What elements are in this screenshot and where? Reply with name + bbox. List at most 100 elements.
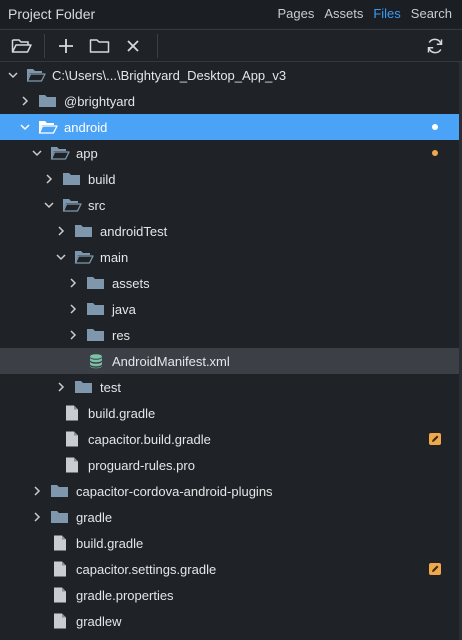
chevron-right-icon[interactable] [42,172,56,186]
edit-badge-icon [429,563,441,575]
folder-icon [86,275,106,291]
status-dot [432,124,438,130]
tab-search[interactable]: Search [411,6,452,21]
plus-icon [59,39,73,53]
tree-file-row[interactable]: capacitor.build.gradle [0,426,462,452]
chevron-right-icon[interactable] [30,510,44,524]
tree-folder-row[interactable]: res [0,322,462,348]
chevron-down-icon[interactable] [54,250,68,264]
chevron-right-icon[interactable] [66,276,80,290]
file-icon [62,405,82,421]
chevron-right-icon[interactable] [18,94,32,108]
tree-item-label: java [112,301,136,317]
open-folder-button[interactable] [10,34,34,58]
tree-item-label: main [100,249,129,265]
tree-file-row[interactable]: gradlew [0,608,462,634]
chevron-down-icon[interactable] [42,198,56,212]
tree-item-label: capacitor-cordova-android-plugins [76,483,273,499]
tree-folder-row[interactable]: main [0,244,462,270]
toolbar-divider [157,34,158,58]
tree-file-row[interactable]: AndroidManifest.xml [0,348,462,374]
chevron-right-icon[interactable] [66,302,80,316]
file-icon [50,561,70,577]
tab-files[interactable]: Files [373,6,400,21]
tree-item-label: app [76,145,98,161]
chevron-down-icon[interactable] [6,68,20,82]
tree-folder-row[interactable]: app [0,140,462,166]
folder-icon [86,301,106,317]
panel-title: Project Folder [8,6,96,22]
folder-icon [74,223,94,239]
tree-item-label: assets [112,275,150,291]
tree-item-label: build.gradle [76,535,144,551]
folder-icon [74,379,94,395]
tree-file-row[interactable]: build.gradle [0,400,462,426]
chevron-right-icon[interactable] [54,380,68,394]
file-icon [50,587,70,603]
refresh-icon [427,38,443,54]
panel-header: Project Folder Pages Assets Files Search [0,0,462,28]
tree-folder-row[interactable]: src [0,192,462,218]
status-dot [432,150,438,156]
file-icon [50,613,70,629]
tree-folder-row[interactable]: C:\Users\...\Brightyard_Desktop_App_v3 [0,62,462,88]
add-file-button[interactable] [54,34,78,58]
tree-item-label: res [112,327,131,343]
folder-open-icon [11,39,32,53]
edit-badge-icon [429,433,441,445]
chevron-right-icon[interactable] [30,484,44,498]
file-icon [50,535,70,551]
toolbar-divider [44,34,45,58]
tab-assets[interactable]: Assets [324,6,363,21]
tree-item-label: androidTest [100,223,168,239]
tree-item-label: src [88,197,106,213]
panel-nav: Pages Assets Files Search [277,6,462,21]
tree-file-row[interactable]: gradle.properties [0,582,462,608]
file-tree: C:\Users\...\Brightyard_Desktop_App_v3 @b… [0,62,462,634]
folder-open-icon [62,197,82,213]
chevron-right-icon[interactable] [66,328,80,342]
folder-icon [62,171,82,187]
tree-file-row[interactable]: proguard-rules.pro [0,452,462,478]
database-icon [86,353,106,369]
tree-folder-row[interactable]: android [0,114,462,140]
close-button[interactable] [121,34,145,58]
chevron-right-icon[interactable] [54,224,68,238]
tree-item-label: capacitor.build.gradle [88,431,211,447]
tree-item-label: gradlew [76,613,122,629]
tree-folder-row[interactable]: androidTest [0,218,462,244]
chevron-down-icon[interactable] [18,120,32,134]
tree-file-row[interactable]: capacitor.settings.gradle [0,556,462,582]
folder-icon [50,509,70,525]
folder-icon [89,39,110,53]
tree-folder-row[interactable]: assets [0,270,462,296]
new-folder-button[interactable] [88,34,112,58]
folder-icon [38,93,58,109]
tree-item-label: gradle [76,509,113,525]
refresh-button[interactable] [423,34,447,58]
tree-folder-row[interactable]: java [0,296,462,322]
tree-item-label: capacitor.settings.gradle [76,561,217,577]
tree-folder-row[interactable]: gradle [0,504,462,530]
tree-item-label: build [88,171,116,187]
folder-open-icon [38,119,58,135]
tree-item-label: C:\Users\...\Brightyard_Desktop_App_v3 [52,67,287,83]
close-icon [127,40,139,52]
tree-folder-row[interactable]: @brightyard [0,88,462,114]
tree-item-label: proguard-rules.pro [88,457,195,473]
toolbar [0,29,462,62]
tree-item-label: @brightyard [64,93,136,109]
tree-folder-row[interactable]: capacitor-cordova-android-plugins [0,478,462,504]
file-icon [62,457,82,473]
folder-open-icon [74,249,94,265]
folder-icon [86,327,106,343]
chevron-down-icon[interactable] [30,146,44,160]
file-icon [62,431,82,447]
tree-folder-row[interactable]: build [0,166,462,192]
folder-open-icon [26,67,46,83]
tree-item-label: AndroidManifest.xml [112,353,230,369]
tree-folder-row[interactable]: test [0,374,462,400]
tab-pages[interactable]: Pages [277,6,314,21]
tree-file-row[interactable]: build.gradle [0,530,462,556]
tree-item-label: android [64,119,108,135]
